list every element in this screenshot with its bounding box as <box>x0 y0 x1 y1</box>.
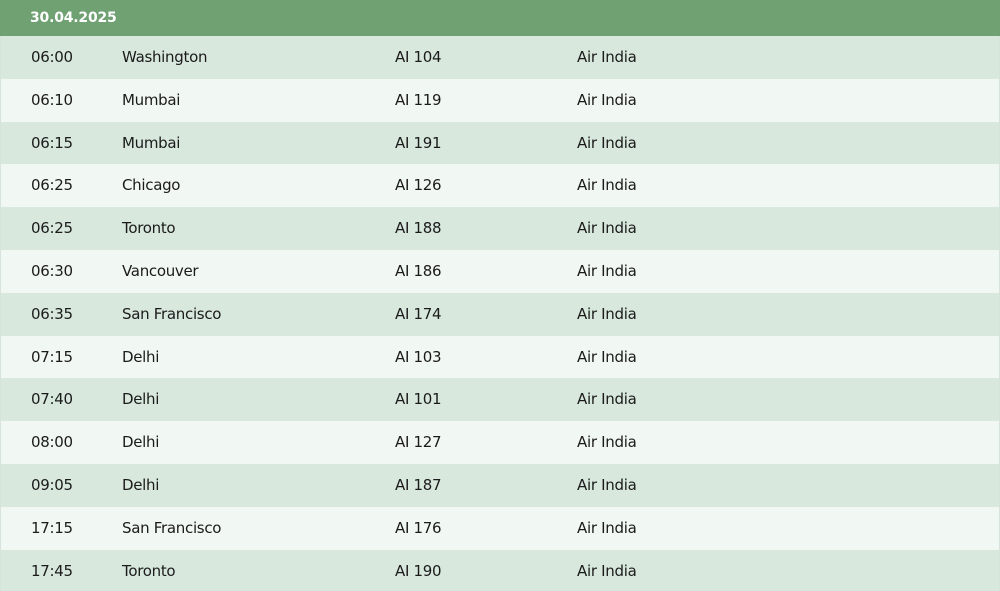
flight-time: 17:45 <box>31 561 73 580</box>
flight-time: 06:35 <box>31 304 73 323</box>
flight-number: AI 187 <box>395 475 442 494</box>
flight-row[interactable]: 06:25 Chicago AI 126 Air India <box>1 164 999 208</box>
flight-time: 06:30 <box>31 261 73 280</box>
flight-row[interactable]: 17:15 San Francisco AI 176 Air India <box>1 506 999 550</box>
flight-time: 06:25 <box>31 176 73 195</box>
flight-airline: Air India <box>577 347 637 366</box>
flight-row[interactable]: 09:05 Delhi AI 187 Air India <box>1 463 999 507</box>
flight-time: 07:40 <box>31 390 73 409</box>
flight-destination: Washington <box>122 48 208 66</box>
flight-airline: Air India <box>577 475 637 494</box>
flight-time: 07:15 <box>31 347 73 366</box>
flight-airline: Air India <box>577 561 637 580</box>
flight-row[interactable]: 07:15 Delhi AI 103 Air India <box>1 335 999 379</box>
flight-number: AI 126 <box>395 176 442 195</box>
flight-number: AI 127 <box>395 433 442 452</box>
flight-airline: Air India <box>577 433 637 452</box>
flight-destination: Mumbai <box>122 90 181 109</box>
flight-number: AI 191 <box>395 133 442 152</box>
flight-time: 06:15 <box>31 133 73 152</box>
flight-time: 06:00 <box>31 48 73 66</box>
flight-row[interactable]: 06:35 San Francisco AI 174 Air India <box>1 292 999 336</box>
flight-row[interactable]: 06:15 Mumbai AI 191 Air India <box>1 121 999 165</box>
flight-airline: Air India <box>577 48 637 66</box>
flight-number: AI 104 <box>395 48 442 66</box>
flight-destination: Delhi <box>122 390 160 409</box>
flight-airline: Air India <box>577 304 637 323</box>
flight-list: 06:00 Washington AI 104 Air India 06:10 Mumba… <box>0 36 1000 591</box>
flight-number: AI 103 <box>395 347 442 366</box>
flight-destination: San Francisco <box>122 518 222 537</box>
flight-number: AI 190 <box>395 561 442 580</box>
flight-number: AI 188 <box>395 219 442 238</box>
flight-number: AI 186 <box>395 261 442 280</box>
flight-destination: Delhi <box>122 433 160 452</box>
flight-destination: Vancouver <box>122 261 199 280</box>
flight-destination: Toronto <box>122 561 176 580</box>
flight-time: 17:15 <box>31 518 73 537</box>
flight-time: 08:00 <box>31 433 73 452</box>
flight-airline: Air India <box>577 518 637 537</box>
flight-row[interactable]: 06:25 Toronto AI 188 Air India <box>1 207 999 250</box>
flight-row[interactable]: 17:45 Toronto AI 190 Air India <box>1 549 999 591</box>
date-header: 30.04.2025 <box>0 0 1000 36</box>
flight-airline: Air India <box>577 176 637 195</box>
flight-number: AI 119 <box>395 90 442 109</box>
flight-destination: San Francisco <box>122 304 222 323</box>
flight-airline: Air India <box>577 261 637 280</box>
flight-airline: Air India <box>577 219 637 238</box>
flight-airline: Air India <box>577 390 637 409</box>
flight-destination: Mumbai <box>122 133 181 152</box>
flight-destination: Delhi <box>122 475 160 494</box>
flight-number: AI 176 <box>395 518 442 537</box>
flight-destination: Chicago <box>122 176 181 195</box>
flight-row[interactable]: 08:00 Delhi AI 127 Air India <box>1 421 999 464</box>
flight-destination: Delhi <box>122 347 160 366</box>
flight-row[interactable]: 06:10 Mumbai AI 119 Air India <box>1 78 999 122</box>
flight-time: 06:25 <box>31 219 73 238</box>
flight-board: 30.04.2025 06:00 Washington AI 104 Air Indi… <box>0 0 1000 591</box>
flight-time: 06:10 <box>31 90 73 109</box>
flight-row[interactable]: 06:30 Vancouver AI 186 Air India <box>1 249 999 293</box>
flight-airline: Air India <box>577 133 637 152</box>
flight-row[interactable]: 07:40 Delhi AI 101 Air India <box>1 378 999 422</box>
flight-number: AI 101 <box>395 390 442 409</box>
flight-number: AI 174 <box>395 304 442 323</box>
flight-time: 09:05 <box>31 475 73 494</box>
flight-airline: Air India <box>577 90 637 109</box>
flight-row[interactable]: 06:00 Washington AI 104 Air India <box>1 36 999 79</box>
flight-destination: Toronto <box>122 219 176 238</box>
